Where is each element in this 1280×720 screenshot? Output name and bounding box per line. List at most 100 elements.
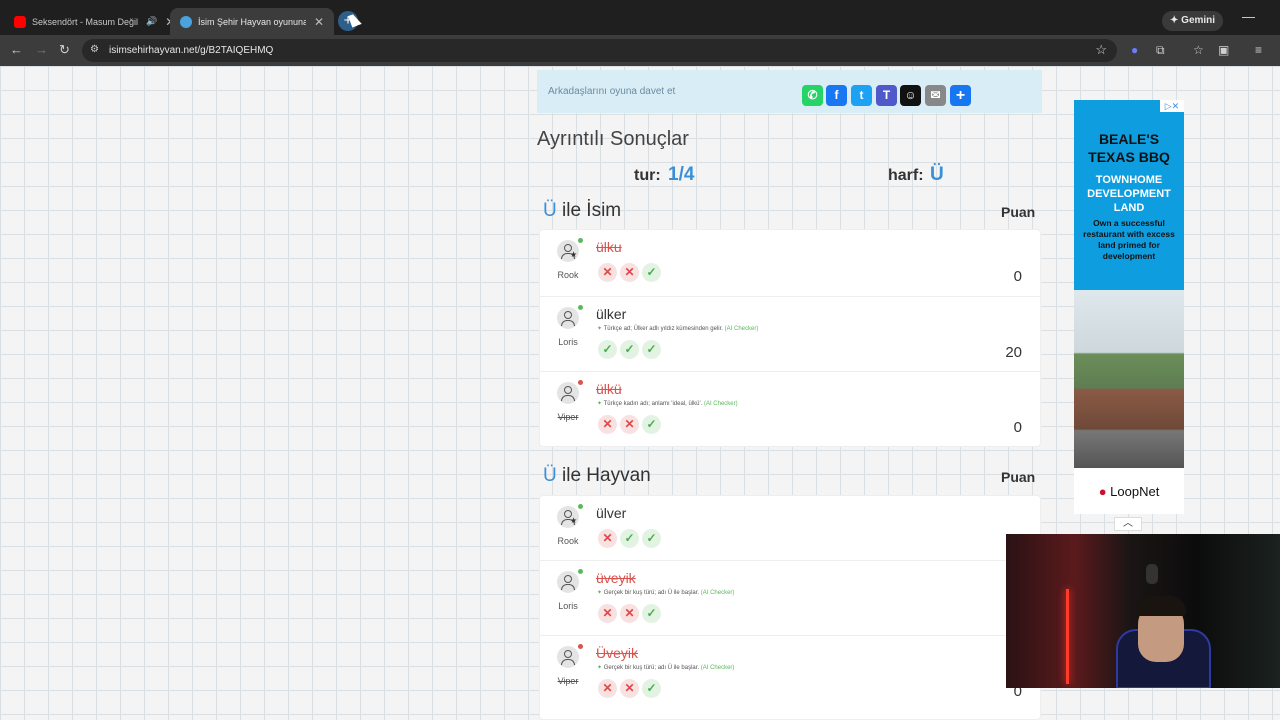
approve-vote-icon[interactable]: ✓ — [598, 340, 617, 359]
result-row: Viper Üveyik ✦ Gerçek bir kuş türü; adı … — [540, 635, 1040, 710]
reject-vote-icon[interactable]: ✕ — [598, 415, 617, 434]
sparkle-icon: ✦ — [597, 665, 604, 671]
facebook-share-button[interactable]: f — [826, 85, 847, 106]
ai-checker-link[interactable]: (AI Checker) — [725, 326, 759, 332]
whatsapp-share-button[interactable]: ✆ — [802, 85, 823, 106]
more-share-button[interactable]: + — [950, 85, 971, 106]
vote-group: ✕ ✕ ✓ — [598, 415, 664, 434]
reject-vote-icon[interactable]: ✕ — [598, 679, 617, 698]
approve-vote-icon[interactable]: ✓ — [620, 529, 639, 548]
vote-group: ✓ ✓ ✓ — [598, 340, 664, 359]
email-share-button[interactable]: ✉ — [925, 85, 946, 106]
player-name: Rook — [557, 270, 579, 280]
round-label: tur: — [634, 167, 661, 184]
snapchat-share-button[interactable]: ☺ — [900, 85, 921, 106]
tab-title: İsim Şehir Hayvan oyununa katı — [198, 16, 306, 27]
online-status-dot — [578, 305, 583, 310]
letter-label: harf: — [888, 167, 924, 184]
answer-text: Üveyik — [596, 645, 639, 661]
approve-vote-icon[interactable]: ✓ — [642, 679, 661, 698]
results-title: Ayrıntılı Sonuçlar — [537, 128, 689, 150]
vote-group: ✕ ✕ ✓ — [598, 604, 664, 623]
sparkle-icon: ✦ — [1170, 15, 1182, 26]
ad-headline: BEALE'S TEXAS BBQ — [1088, 131, 1170, 165]
section-title-isim: Ü ile İsim — [543, 200, 621, 222]
back-icon[interactable]: ← — [10, 42, 23, 57]
user-avatar-icon — [557, 307, 579, 329]
speaker-icon[interactable]: 🔊 — [146, 16, 157, 27]
gemini-label: Gemini — [1181, 15, 1216, 26]
section-title-hayvan: Ü ile Hayvan — [543, 465, 651, 487]
ai-note-text: Türkçe kadın adı; anlamı 'ideal, ülkü'. — [603, 401, 703, 407]
sparkle-icon: ✦ — [597, 590, 604, 596]
answer-text: ülku — [596, 239, 622, 255]
result-row: Loris üveyik ✦ Gerçek bir kuş türü; adı … — [540, 560, 1040, 635]
collapse-ad-chevron-up-icon[interactable]: ︿ — [1114, 517, 1142, 531]
answer-text: ülver — [596, 505, 627, 521]
player-name: Viper — [557, 676, 579, 686]
user-avatar-icon — [557, 571, 579, 593]
bookmark-star-icon[interactable]: ☆ — [1095, 42, 1107, 58]
results-card-isim: ★ Rook ülku ✕ ✕ ✓ 0 Loris ülker ✦ Türkçe… — [539, 229, 1041, 447]
puan-header: Puan — [1001, 469, 1036, 485]
reject-vote-icon[interactable]: ✕ — [620, 604, 639, 623]
answer-text: üveyik — [596, 570, 636, 586]
extension-icon[interactable]: ● — [1131, 43, 1138, 57]
ai-checker-link[interactable]: (AI Checker) — [701, 665, 735, 671]
vote-group: ✕ ✓ ✓ — [598, 529, 664, 548]
address-bar-row: ← → ↻ ⚙ isimsehirhayvan.net/g/B2TAIQEHMQ… — [0, 35, 1280, 66]
sparkle-icon: ✦ — [597, 401, 604, 407]
result-row: ★ Rook ülku ✕ ✕ ✓ 0 — [540, 230, 1040, 305]
reload-icon[interactable]: ↻ — [59, 42, 70, 58]
approve-vote-icon[interactable]: ✓ — [642, 604, 661, 623]
row-score: 0 — [1013, 268, 1022, 285]
ai-checker-link[interactable]: (AI Checker) — [704, 401, 738, 407]
tab-game[interactable]: İsim Şehir Hayvan oyununa katı ✕ — [170, 8, 335, 35]
result-row: Viper ülkü ✦ Türkçe kadın adı; anlamı 'i… — [540, 371, 1040, 446]
forward-icon[interactable]: → — [35, 42, 48, 57]
site-settings-icon[interactable]: ⚙ — [90, 44, 99, 55]
approve-vote-icon[interactable]: ✓ — [642, 529, 661, 548]
tab-music[interactable]: Seksendört - Masum Değil 🔊 ✕ — [4, 8, 185, 35]
url-field[interactable]: ⚙ isimsehirhayvan.net/g/B2TAIQEHMQ ☆ — [82, 39, 1117, 62]
ai-note-text: Gerçek bir kuş türü; adı Ü ile başlar. — [603, 665, 700, 671]
answer-text: ülkü — [596, 381, 622, 397]
webcam-overlay — [1006, 534, 1280, 688]
teams-share-button[interactable]: T — [876, 85, 897, 106]
puzzle-icon[interactable]: ⧉ — [1156, 43, 1165, 58]
host-avatar-icon: ★ — [557, 240, 579, 262]
microphone-icon — [1146, 564, 1158, 584]
approve-vote-icon[interactable]: ✓ — [642, 263, 661, 282]
twitter-share-button[interactable]: t — [851, 85, 872, 106]
youtube-icon — [14, 15, 26, 28]
letter-value: Ü — [930, 164, 944, 185]
section-letter: Ü — [543, 200, 557, 221]
url-text: isimsehirhayvan.net/g/B2TAIQEHMQ — [109, 45, 274, 56]
reject-vote-icon[interactable]: ✕ — [598, 604, 617, 623]
reading-list-icon[interactable]: ≡ — [1255, 43, 1262, 57]
reject-vote-icon[interactable]: ✕ — [620, 679, 639, 698]
approve-vote-icon[interactable]: ✓ — [642, 415, 661, 434]
reject-vote-icon[interactable]: ✕ — [620, 415, 639, 434]
player-name: Loris — [558, 601, 578, 611]
split-view-icon[interactable]: ▣ — [1218, 43, 1229, 57]
ai-checker-link[interactable]: (AI Checker) — [701, 590, 735, 596]
gemini-button[interactable]: ✦ Gemini — [1162, 11, 1224, 31]
reject-vote-icon[interactable]: ✕ — [598, 529, 617, 548]
ad-photo — [1074, 290, 1184, 468]
user-avatar-icon — [557, 382, 579, 404]
invite-bar: Arkadaşlarını oyuna davet et ✆ f t T ☺ ✉… — [537, 70, 1042, 113]
advertisement[interactable]: ▷✕ BEALE'S TEXAS BBQ TOWNHOME DEVELOPMEN… — [1074, 100, 1184, 514]
bookmarks-icon[interactable]: ☆ — [1193, 43, 1204, 57]
approve-vote-icon[interactable]: ✓ — [642, 340, 661, 359]
ai-note: ✦ Türkçe kadın adı; anlamı 'ideal, ülkü'… — [597, 400, 738, 407]
ad-choices-icon[interactable]: ▷✕ — [1160, 100, 1184, 112]
close-tab-icon[interactable]: ✕ — [314, 15, 324, 29]
reject-vote-icon[interactable]: ✕ — [598, 263, 617, 282]
ad-body: Own a successful restaurant with excess … — [1083, 218, 1175, 261]
approve-vote-icon[interactable]: ✓ — [620, 340, 639, 359]
minimize-icon[interactable]: — — [1242, 9, 1255, 24]
led-light-strip — [1066, 589, 1069, 684]
offline-status-dot — [578, 380, 583, 385]
reject-vote-icon[interactable]: ✕ — [620, 263, 639, 282]
